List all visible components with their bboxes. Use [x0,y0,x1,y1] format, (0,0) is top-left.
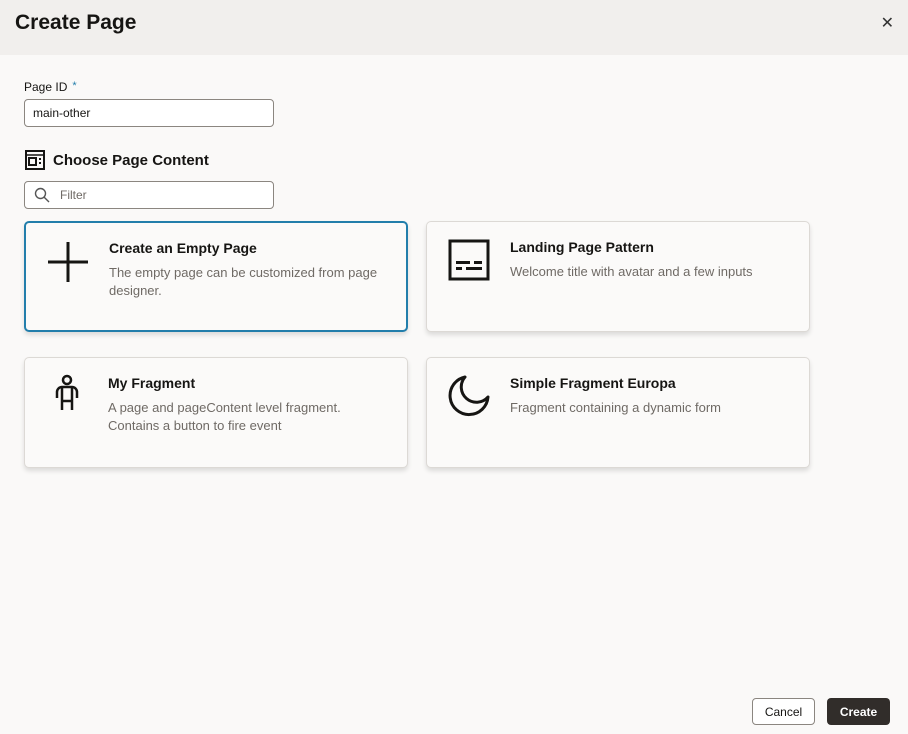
choose-content-heading: Choose Page Content [25,150,209,170]
card-create-empty-page[interactable]: Create an Empty Page The empty page can … [24,221,408,332]
dialog-header: Create Page ✕ [0,0,908,55]
card-title: Simple Fragment Europa [510,375,676,391]
close-icon[interactable]: ✕ [881,13,894,33]
card-description: Welcome title with avatar and a few inpu… [510,263,790,281]
plus-icon [46,239,90,283]
card-simple-fragment-europa[interactable]: Simple Fragment Europa Fragment containi… [426,357,810,468]
search-icon [34,187,50,203]
landing-page-icon [447,238,491,282]
card-description: A page and pageContent level fragment. C… [108,399,388,435]
page-id-label-text: Page ID [24,80,67,94]
create-button[interactable]: Create [827,698,890,725]
page-id-input[interactable] [24,99,274,127]
page-layout-icon [25,150,45,170]
card-title: Create an Empty Page [109,240,257,256]
section-title: Choose Page Content [53,152,209,169]
cancel-button[interactable]: Cancel [752,698,815,725]
page-id-label: Page ID * [24,80,77,94]
filter-input[interactable]: Filter [24,181,274,209]
card-my-fragment[interactable]: My Fragment A page and pageContent level… [24,357,408,468]
filter-placeholder: Filter [60,188,87,202]
card-description: Fragment containing a dynamic form [510,399,790,417]
dialog-title: Create Page [15,11,136,35]
card-landing-page-pattern[interactable]: Landing Page Pattern Welcome title with … [426,221,810,332]
card-title: Landing Page Pattern [510,239,654,255]
person-icon [45,374,89,418]
card-title: My Fragment [108,375,195,391]
card-description: The empty page can be customized from pa… [109,264,389,300]
moon-icon [447,374,491,418]
required-marker: * [72,80,76,92]
